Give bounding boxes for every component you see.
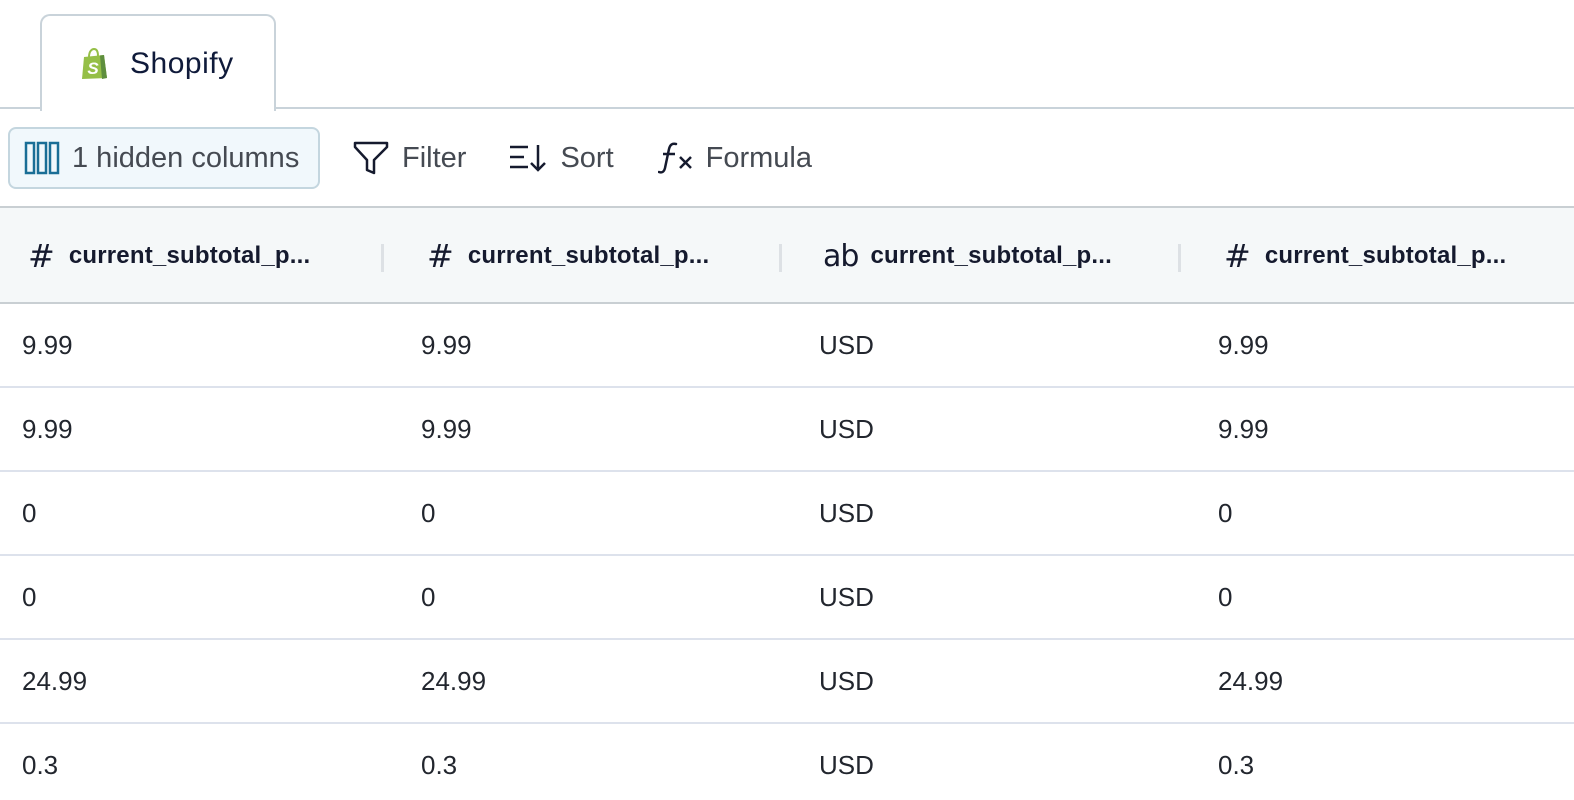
table-cell[interactable]: USD	[819, 304, 874, 386]
table-cell[interactable]: 0.3	[421, 724, 457, 800]
number-type-icon: #	[1224, 237, 1251, 275]
table-row: 0 0 USD 0	[0, 556, 1574, 640]
column-header-label: current_subtotal_p...	[68, 242, 311, 269]
table-cell[interactable]: 0	[22, 472, 36, 554]
table-cell[interactable]: 0	[421, 472, 435, 554]
hidden-columns-label: 1 hidden columns	[72, 141, 300, 174]
table-cell[interactable]: USD	[819, 556, 874, 638]
sort-button[interactable]: Sort	[508, 127, 614, 189]
table-row: 24.99 24.99 USD 24.99	[0, 640, 1574, 724]
column-header-label: current_subtotal_p...	[1264, 242, 1507, 269]
table-cell[interactable]: USD	[819, 724, 874, 800]
column-header-label: current_subtotal_p...	[870, 242, 1113, 269]
table-cell[interactable]: 0.3	[22, 724, 58, 800]
column-header[interactable]: ab current_subtotal_p...	[823, 208, 1112, 304]
table-cell[interactable]: 9.99	[22, 388, 73, 470]
table-cell[interactable]: 0	[22, 556, 36, 638]
svg-text:S: S	[87, 59, 99, 78]
shopify-bag-icon: S	[80, 47, 110, 80]
columns-icon	[24, 141, 60, 175]
table-row: 0 0 USD 0	[0, 472, 1574, 556]
tab-label: Shopify	[130, 46, 234, 80]
table-cell[interactable]: USD	[819, 640, 874, 722]
column-resize-handle[interactable]	[779, 244, 782, 272]
table-row: 9.99 9.99 USD 9.99	[0, 304, 1574, 388]
sort-label: Sort	[560, 141, 614, 174]
tab-shopify[interactable]: S Shopify	[40, 14, 276, 111]
filter-label: Filter	[402, 141, 467, 174]
hidden-columns-button[interactable]: 1 hidden columns	[8, 127, 320, 189]
number-type-icon: #	[427, 237, 454, 275]
table-cell[interactable]: 9.99	[1218, 388, 1269, 470]
data-table: # current_subtotal_p... # current_subtot…	[0, 206, 1574, 800]
table-cell[interactable]: 0	[1218, 556, 1232, 638]
table-cell[interactable]: 24.99	[421, 640, 486, 722]
table-cell[interactable]: 9.99	[421, 304, 472, 386]
column-header[interactable]: # current_subtotal_p...	[28, 208, 310, 304]
formula-label: Formula	[705, 141, 812, 174]
table-cell[interactable]: 24.99	[22, 640, 87, 722]
table-cell[interactable]: 0	[421, 556, 435, 638]
table-cell[interactable]: 9.99	[22, 304, 73, 386]
column-header[interactable]: # current_subtotal_p...	[427, 208, 709, 304]
table-cell[interactable]: USD	[819, 388, 874, 470]
tab-bar: S Shopify	[0, 0, 1574, 111]
toolbar: 1 hidden columns Filter Sort Formula	[0, 110, 1574, 206]
column-resize-handle[interactable]	[381, 244, 384, 272]
filter-icon	[352, 140, 390, 176]
number-type-icon: #	[28, 237, 55, 275]
table-cell[interactable]: 24.99	[1218, 640, 1283, 722]
column-header-label: current_subtotal_p...	[467, 242, 710, 269]
filter-button[interactable]: Filter	[352, 127, 466, 189]
table-cell[interactable]: 9.99	[1218, 304, 1269, 386]
text-type-icon: ab	[823, 238, 859, 274]
function-icon	[657, 141, 694, 175]
sort-icon	[508, 143, 548, 173]
formula-button[interactable]: Formula	[657, 127, 812, 189]
table-row: 0.3 0.3 USD 0.3	[0, 724, 1574, 800]
table-row: 9.99 9.99 USD 9.99	[0, 388, 1574, 472]
table-cell[interactable]: 0	[1218, 472, 1232, 554]
table-cell[interactable]: 9.99	[421, 388, 472, 470]
column-header[interactable]: # current_subtotal_p...	[1224, 208, 1506, 304]
table-cell[interactable]: USD	[819, 472, 874, 554]
table-header: # current_subtotal_p... # current_subtot…	[0, 206, 1574, 304]
table-cell[interactable]: 0.3	[1218, 724, 1254, 800]
column-resize-handle[interactable]	[1178, 244, 1181, 272]
